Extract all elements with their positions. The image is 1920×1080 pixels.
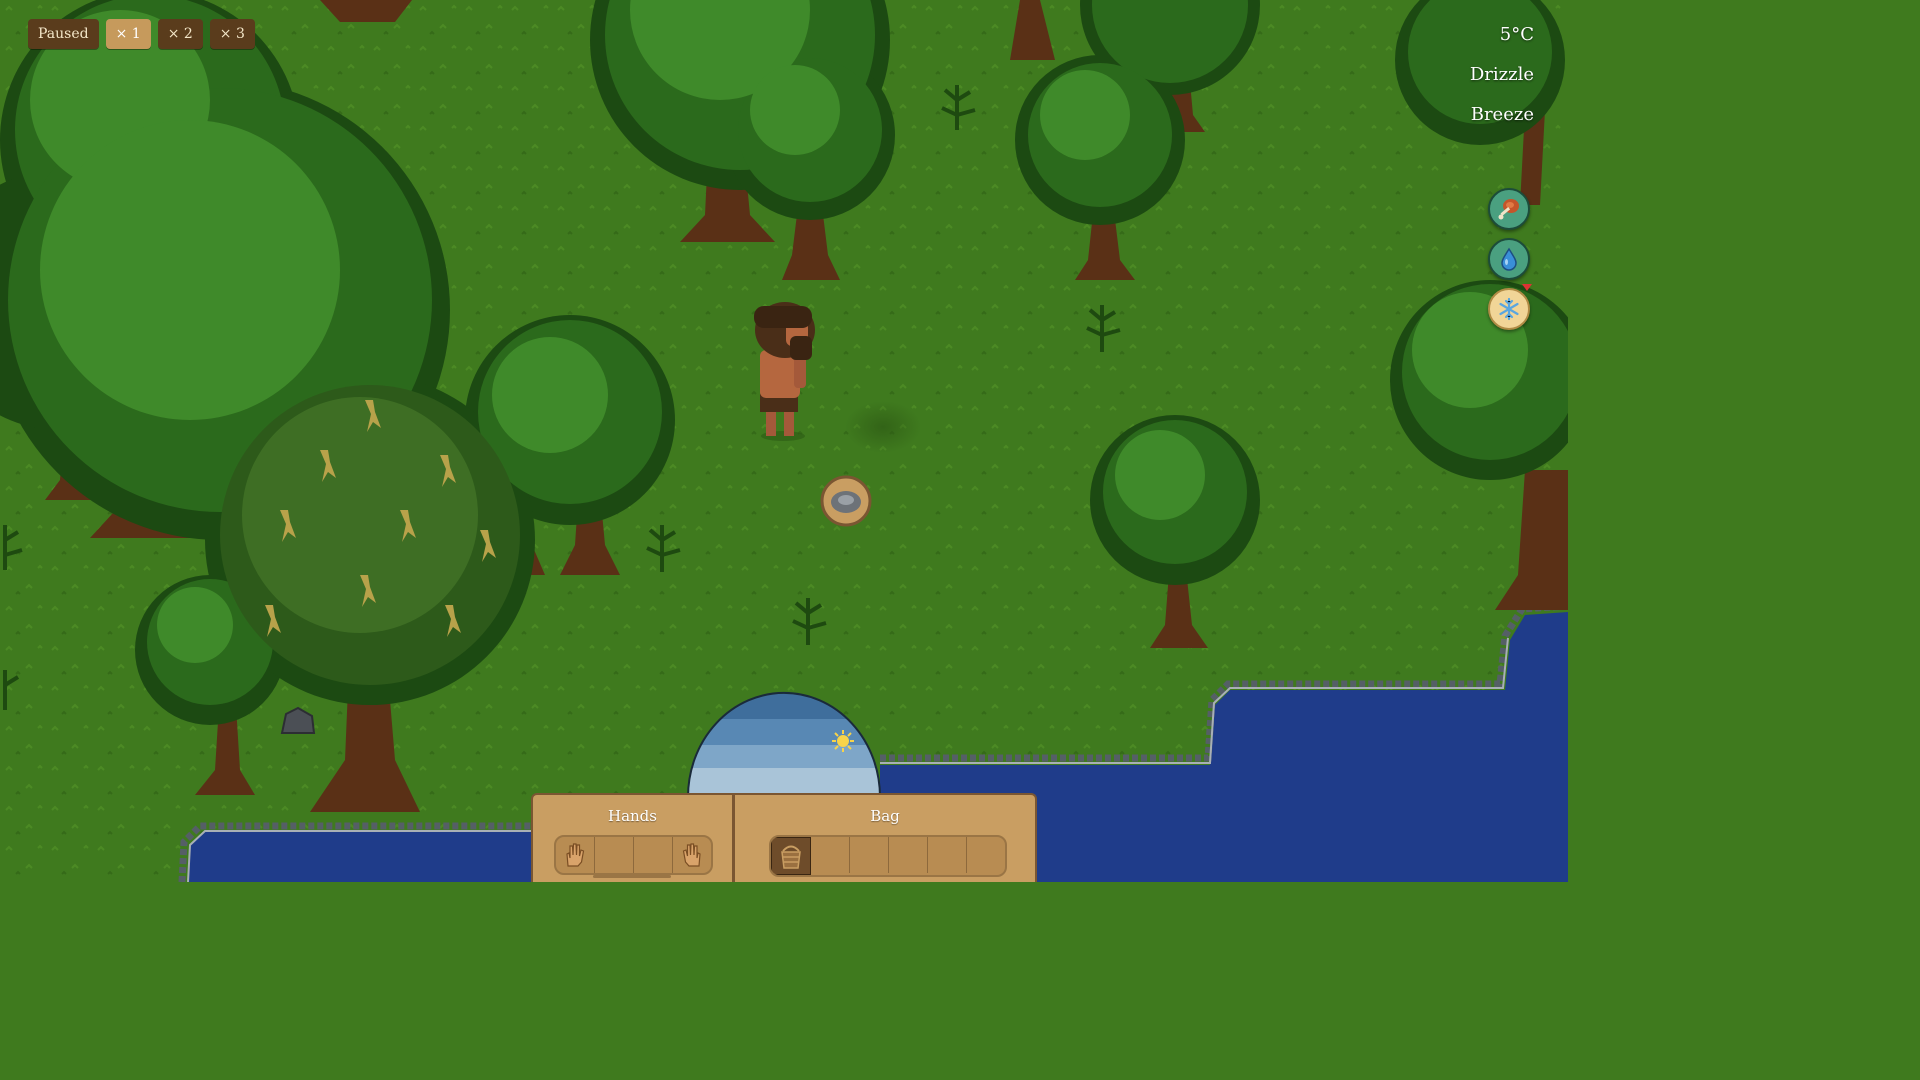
hands-divider-bar (593, 875, 671, 878)
speed-3x-button[interactable]: × 3 (209, 19, 255, 49)
stone-item-marker[interactable] (820, 475, 872, 527)
hand-slot-3[interactable] (634, 837, 673, 873)
ground-patch (845, 401, 921, 453)
inventory-panel: Hands Bag (531, 793, 1037, 882)
hand-slot-2[interactable] (595, 837, 634, 873)
pause-button[interactable]: Paused (28, 19, 99, 49)
bag-slots (769, 835, 1007, 877)
wind-text: Breeze (1470, 104, 1534, 125)
warning-arrow-icon (1522, 284, 1532, 291)
precipitation-text: Drizzle (1469, 64, 1534, 85)
hand-slot-left[interactable] (556, 837, 595, 873)
bag-slot-1[interactable] (771, 837, 811, 875)
bag-slot-2[interactable] (811, 837, 850, 873)
temperature-text: 5°C (1499, 24, 1534, 45)
meat-drumstick-icon (1498, 199, 1519, 220)
warmth-indicator[interactable] (1488, 284, 1532, 330)
lake-left (178, 822, 531, 882)
bag-slot-3[interactable] (850, 837, 889, 873)
bag-section: Bag (735, 795, 1035, 882)
speed-2x-button[interactable]: × 2 (157, 19, 203, 49)
hands-section: Hands (533, 795, 735, 882)
bag-title: Bag (870, 807, 900, 825)
hand-slots (554, 835, 713, 875)
left-hand-icon (566, 843, 585, 867)
weather-panel: 5°C Drizzle Breeze (1470, 22, 1534, 142)
sun-icon (832, 730, 854, 752)
speed-1x-button[interactable]: × 1 (105, 19, 151, 49)
hands-title: Hands (608, 807, 657, 825)
needs-indicators (1488, 188, 1532, 330)
game-world[interactable] (0, 0, 1568, 882)
hand-slot-right[interactable] (673, 837, 711, 873)
bag-slot-6[interactable] (967, 837, 1005, 873)
bag-slot-4[interactable] (889, 837, 928, 873)
basket-icon (781, 845, 801, 869)
water-drop-icon (1501, 247, 1517, 271)
thirst-indicator[interactable] (1488, 238, 1530, 280)
bag-slot-5[interactable] (928, 837, 967, 873)
right-hand-icon (682, 843, 701, 867)
hunger-indicator[interactable] (1488, 188, 1530, 230)
game-speed-controls: Paused × 1 × 2 × 3 (28, 19, 255, 49)
snowflake-icon (1499, 297, 1519, 321)
